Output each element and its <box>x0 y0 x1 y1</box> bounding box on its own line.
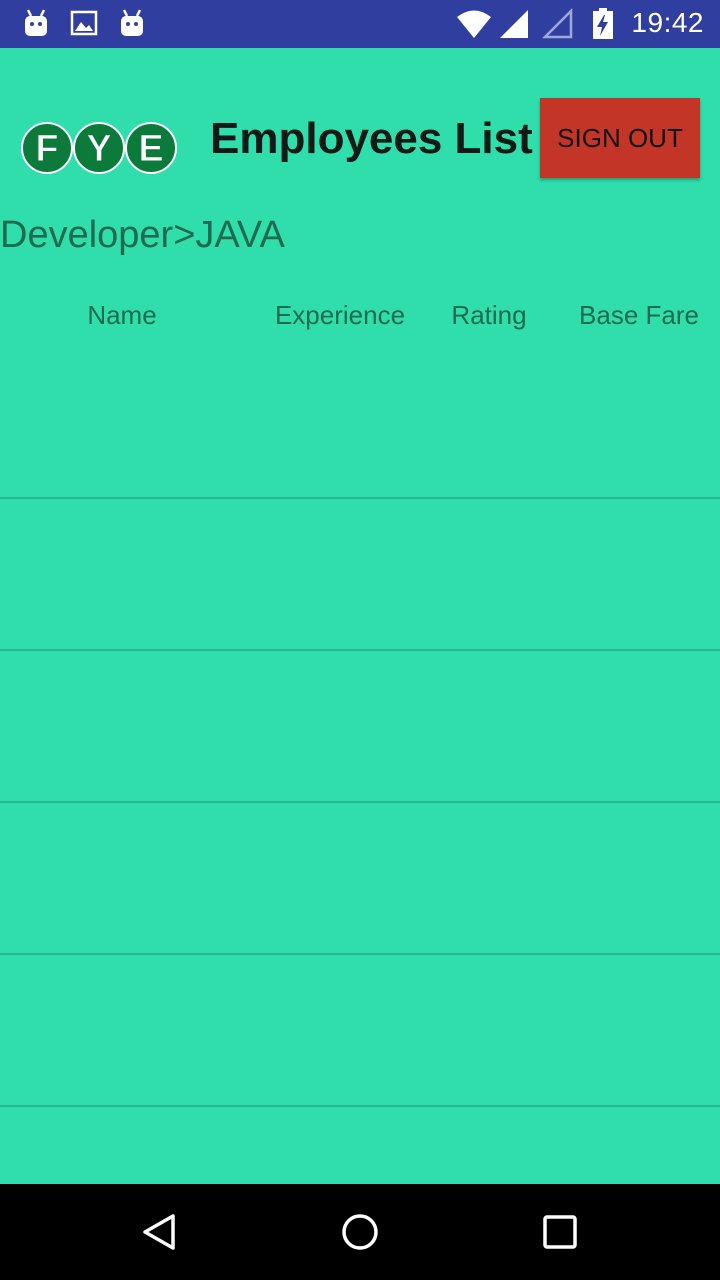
breadcrumb: Developer>JAVA <box>0 214 285 256</box>
table-row[interactable] <box>0 955 720 1107</box>
status-bar: 19:42 <box>0 0 720 48</box>
image-icon <box>70 10 98 36</box>
fye-logo: F Y E <box>21 122 177 174</box>
column-header-experience: Experience <box>274 300 406 330</box>
status-time: 19:42 <box>631 7 704 38</box>
column-header-rating: Rating <box>451 300 527 330</box>
svg-text:E: E <box>138 128 163 170</box>
page-title: Employees List <box>210 114 533 163</box>
signal-icon <box>500 10 528 38</box>
svg-text:Y: Y <box>86 128 111 170</box>
recents-icon[interactable] <box>540 1212 580 1252</box>
table-row[interactable] <box>0 499 720 651</box>
svg-text:F: F <box>35 128 58 170</box>
wifi-icon <box>457 10 491 38</box>
table-row[interactable] <box>0 803 720 955</box>
back-icon[interactable] <box>140 1212 180 1252</box>
logo-letter-e: E <box>125 122 177 174</box>
battery-charging-icon <box>593 8 613 39</box>
column-header-base-fare: Base Fare <box>579 300 699 330</box>
table-row[interactable] <box>0 346 720 499</box>
home-icon[interactable] <box>340 1212 380 1252</box>
navigation-bar <box>0 1184 720 1280</box>
column-header-name: Name <box>87 300 157 330</box>
android-icon <box>25 9 47 36</box>
logo-letter-y: Y <box>73 122 125 174</box>
android-icon <box>121 9 143 36</box>
signal-empty-icon <box>542 8 573 39</box>
sign-out-button[interactable]: SIGN OUT <box>540 98 700 178</box>
table-row[interactable] <box>0 651 720 803</box>
logo-letter-f: F <box>21 122 73 174</box>
